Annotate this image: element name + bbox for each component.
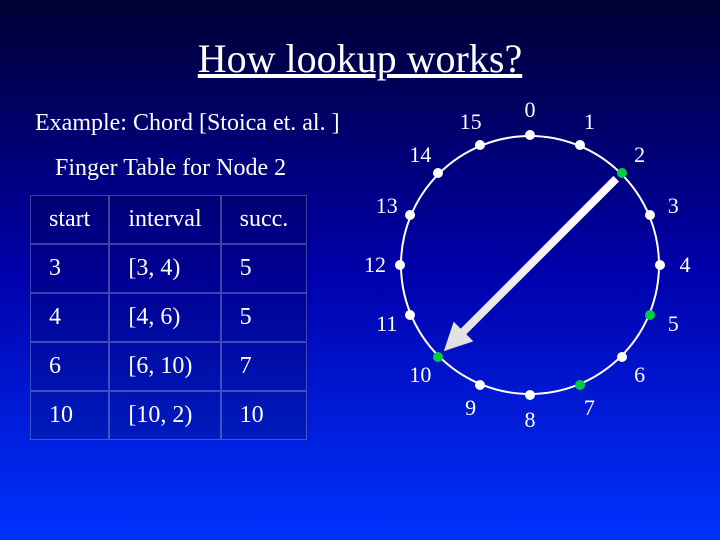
finger-table: start interval succ. 3 [3, 4) 5 4 [4, 6)… bbox=[30, 195, 307, 440]
ring-label: 6 bbox=[634, 362, 645, 388]
ring-node-active bbox=[433, 352, 443, 362]
ring-node-active bbox=[645, 310, 655, 320]
ring-label: 5 bbox=[668, 311, 679, 337]
ring-node bbox=[645, 210, 655, 220]
table-row: 6 [6, 10) 7 bbox=[30, 342, 307, 391]
slide-title: How lookup works? bbox=[0, 0, 720, 82]
col-start: start bbox=[30, 195, 109, 244]
example-text: Example: Chord [Stoica et. al. ] bbox=[35, 110, 340, 137]
ring-label: 7 bbox=[584, 395, 595, 421]
cell-interval: [10, 2) bbox=[109, 391, 220, 440]
ring-label: 0 bbox=[525, 97, 536, 123]
cell-start: 4 bbox=[30, 293, 109, 342]
ring-label: 14 bbox=[409, 142, 431, 168]
ring-label: 12 bbox=[364, 252, 386, 278]
cell-start: 10 bbox=[30, 391, 109, 440]
col-succ: succ. bbox=[221, 195, 308, 244]
ring-label: 1 bbox=[584, 109, 595, 135]
ring-node bbox=[475, 380, 485, 390]
table-row: 10 [10, 2) 10 bbox=[30, 391, 307, 440]
finger-table-caption: Finger Table for Node 2 bbox=[55, 155, 286, 182]
ring-node-active bbox=[575, 380, 585, 390]
ring-label: 2 bbox=[634, 142, 645, 168]
cell-succ: 10 bbox=[221, 391, 308, 440]
table-row: 3 [3, 4) 5 bbox=[30, 244, 307, 293]
ring-label: 8 bbox=[525, 407, 536, 433]
cell-succ: 5 bbox=[221, 293, 308, 342]
ring-node bbox=[525, 130, 535, 140]
ring-node bbox=[575, 140, 585, 150]
ring-label: 3 bbox=[668, 193, 679, 219]
ring-node bbox=[395, 260, 405, 270]
cell-succ: 5 bbox=[221, 244, 308, 293]
ring-node bbox=[617, 352, 627, 362]
ring-label: 4 bbox=[680, 252, 691, 278]
table-row: 4 [4, 6) 5 bbox=[30, 293, 307, 342]
ring-node bbox=[433, 168, 443, 178]
cell-interval: [3, 4) bbox=[109, 244, 220, 293]
ring-label: 13 bbox=[376, 193, 398, 219]
ring-label: 9 bbox=[465, 395, 476, 421]
cell-succ: 7 bbox=[221, 342, 308, 391]
ring-label: 10 bbox=[409, 362, 431, 388]
cell-start: 3 bbox=[30, 244, 109, 293]
ring-node bbox=[405, 210, 415, 220]
cell-interval: [6, 10) bbox=[109, 342, 220, 391]
ring-label: 11 bbox=[376, 311, 397, 337]
chord-ring-diagram: 0123456789101112131415 bbox=[355, 100, 705, 520]
cell-interval: [4, 6) bbox=[109, 293, 220, 342]
ring-node bbox=[525, 390, 535, 400]
ring-node bbox=[655, 260, 665, 270]
ring-label: 15 bbox=[460, 109, 482, 135]
ring-node bbox=[405, 310, 415, 320]
ring-node-active bbox=[617, 168, 627, 178]
col-interval: interval bbox=[109, 195, 220, 244]
table-header-row: start interval succ. bbox=[30, 195, 307, 244]
ring-node bbox=[475, 140, 485, 150]
cell-start: 6 bbox=[30, 342, 109, 391]
